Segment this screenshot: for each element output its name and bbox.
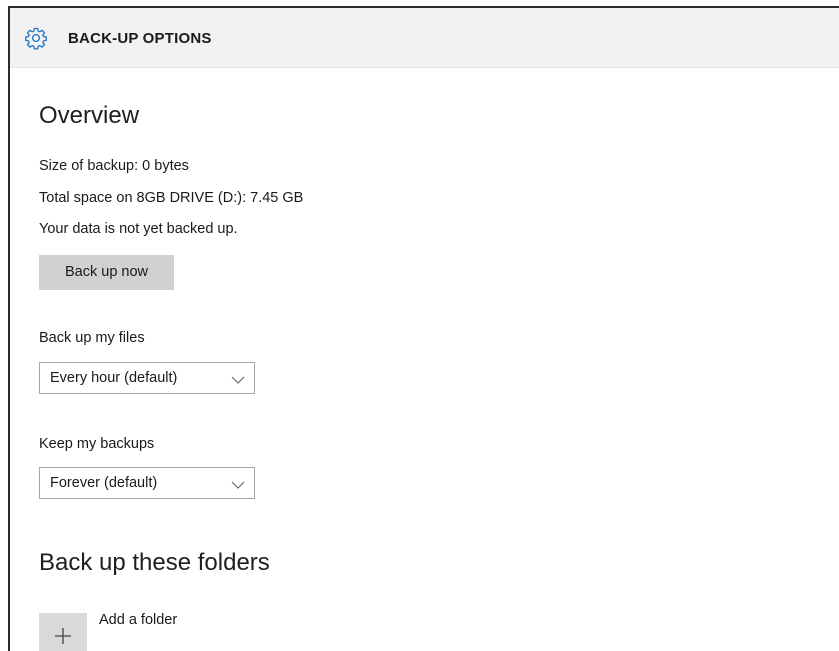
- keep-backups-label: Keep my backups: [39, 436, 155, 452]
- backup-status-text: Your data is not yet backed up.: [39, 221, 238, 237]
- plus-icon: [55, 628, 71, 644]
- backup-frequency-label: Back up my files: [39, 330, 145, 346]
- backup-size-text: Size of backup: 0 bytes: [39, 158, 189, 174]
- keep-backups-value: Forever (default): [50, 475, 158, 491]
- add-folder-button[interactable]: [39, 613, 87, 651]
- chevron-down-icon: [231, 477, 245, 489]
- backup-options-window: BACK-UP OPTIONS Overview Size of backup:…: [8, 6, 839, 651]
- title-bar: BACK-UP OPTIONS: [10, 8, 839, 68]
- page-title: BACK-UP OPTIONS: [68, 30, 212, 47]
- chevron-down-icon: [231, 372, 245, 384]
- add-folder-label[interactable]: Add a folder: [99, 612, 177, 628]
- backup-frequency-dropdown[interactable]: Every hour (default): [39, 362, 255, 394]
- backup-folders-heading: Back up these folders: [39, 549, 270, 576]
- back-up-now-button[interactable]: Back up now: [39, 255, 174, 290]
- drive-space-text: Total space on 8GB DRIVE (D:): 7.45 GB: [39, 190, 304, 206]
- gear-icon: [24, 26, 48, 50]
- keep-backups-dropdown[interactable]: Forever (default): [39, 467, 255, 499]
- overview-heading: Overview: [39, 102, 140, 129]
- backup-frequency-value: Every hour (default): [50, 370, 178, 386]
